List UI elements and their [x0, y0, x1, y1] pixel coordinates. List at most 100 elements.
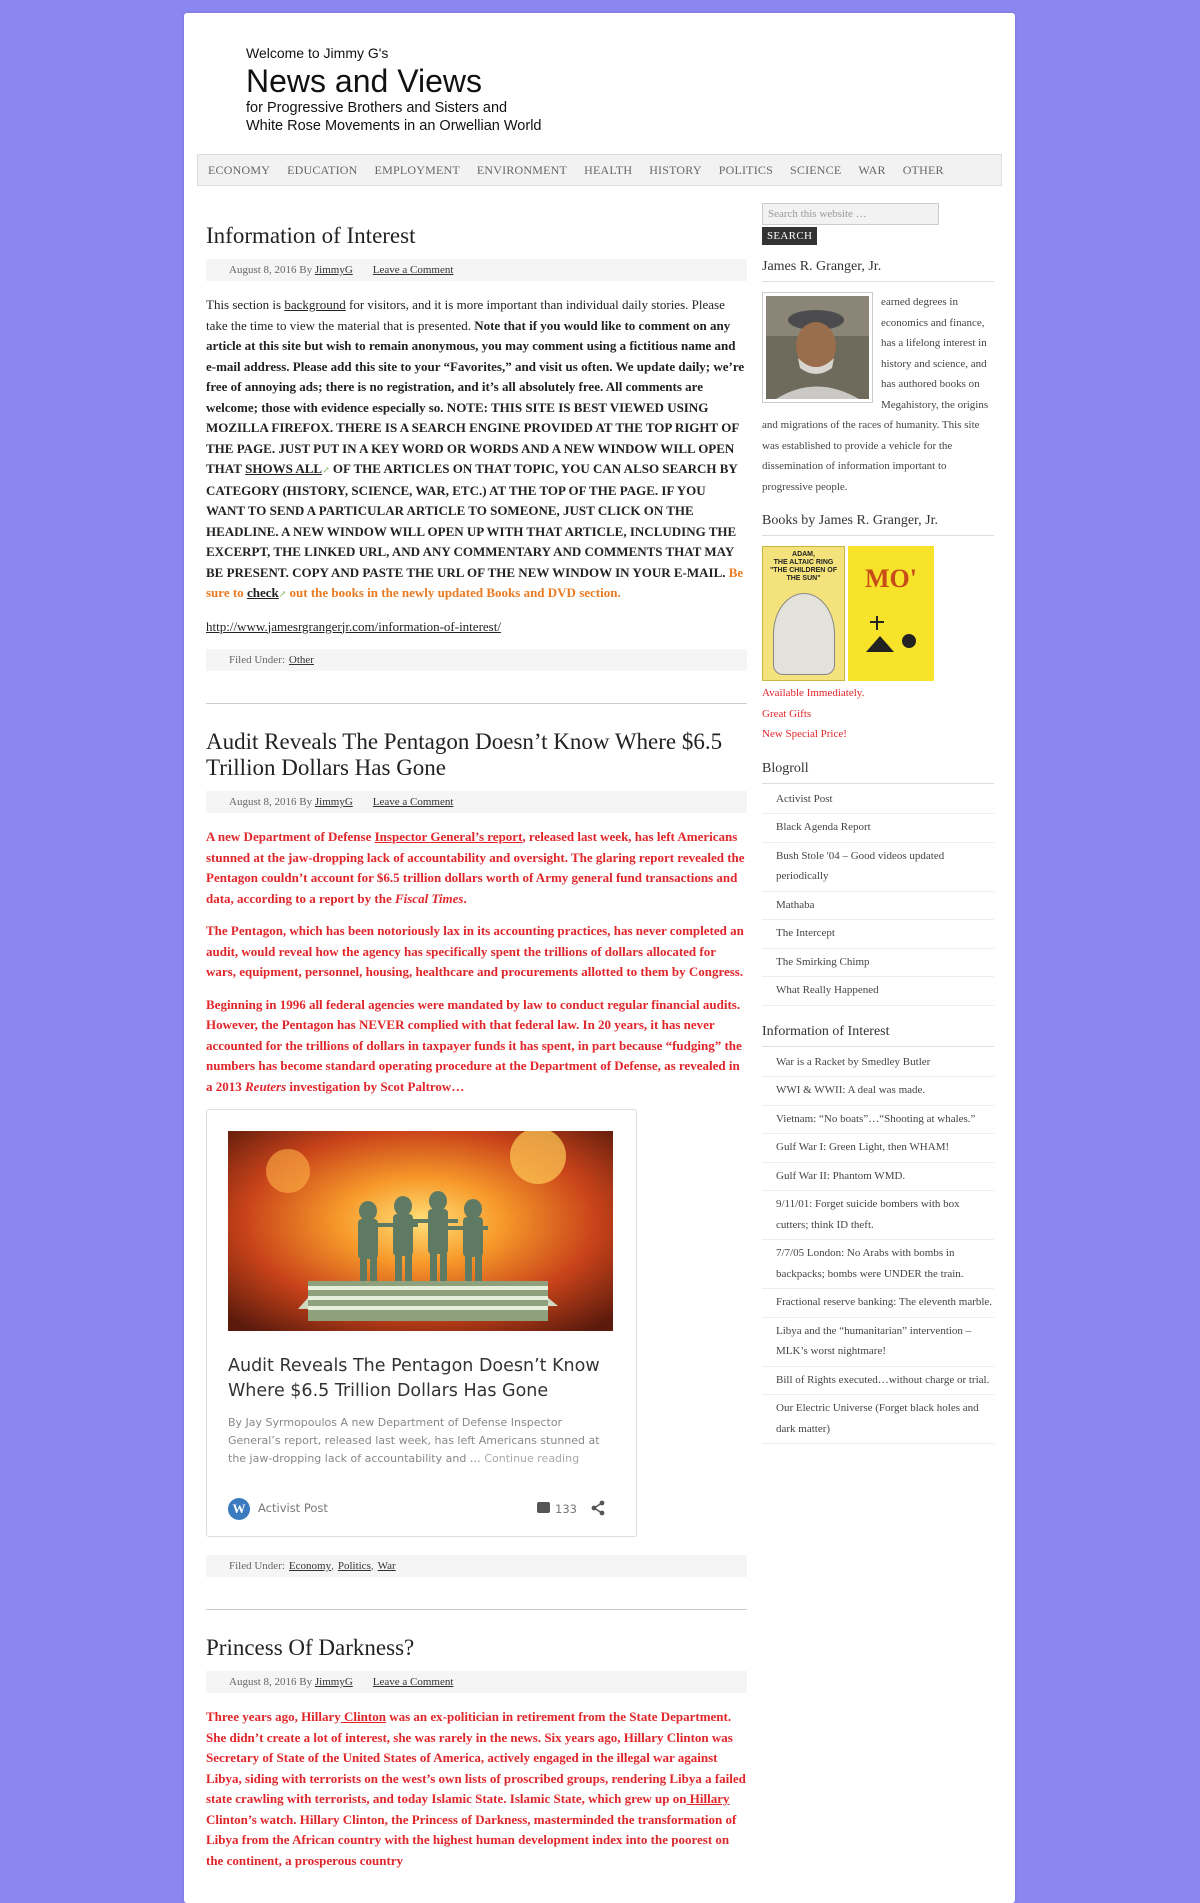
books-link-available[interactable]: Available Immediately. — [762, 683, 994, 704]
category-link-other[interactable]: Other — [289, 654, 314, 666]
external-link-icon: ↗ — [278, 589, 287, 599]
card-source[interactable]: Activist Post — [258, 1501, 328, 1515]
card-title[interactable]: Audit Reveals The Pentagon Doesn’t Know … — [228, 1354, 623, 1404]
info-item[interactable]: Bill of Rights executed…without charge o… — [762, 1367, 994, 1395]
filed-under-label: Filed Under: — [229, 1560, 285, 1572]
clinton-link[interactable]: Clinton — [341, 1709, 386, 1724]
blogroll-item[interactable]: Mathaba — [762, 892, 994, 920]
blogroll-item[interactable]: The Smirking Chimp — [762, 949, 994, 977]
nav-other[interactable]: OTHER — [903, 163, 944, 178]
inspector-general-report-link[interactable]: Inspector General’s report — [375, 829, 523, 844]
post-title[interactable]: Information of Interest — [206, 223, 747, 249]
book-cover-adam[interactable]: ADAM, THE ALTAIC RING "THE CHILDREN OF T… — [762, 546, 845, 681]
comment-icon[interactable] — [537, 1502, 550, 1513]
nav-politics[interactable]: POLITICS — [719, 163, 773, 178]
post-audit-pentagon: Audit Reveals The Pentagon Doesn’t Know … — [206, 729, 747, 1610]
article-image[interactable] — [228, 1131, 613, 1331]
body-text: Three years ago, Hillary — [206, 1709, 341, 1724]
post-date: August 8, 2016 By — [229, 1676, 313, 1688]
nav-education[interactable]: EDUCATION — [287, 163, 357, 178]
nav-employment[interactable]: EMPLOYMENT — [375, 163, 460, 178]
share-icon[interactable] — [591, 1500, 605, 1519]
info-item[interactable]: Gulf War II: Phantom WMD. — [762, 1163, 994, 1191]
category-nav: ECONOMY EDUCATION EMPLOYMENT ENVIRONMENT… — [197, 154, 1002, 186]
post-date: August 8, 2016 By — [229, 264, 313, 276]
category-link-war[interactable]: War — [378, 1560, 396, 1572]
post-author-link[interactable]: JimmyG — [315, 796, 353, 808]
comment-count[interactable]: 133 — [555, 1502, 577, 1516]
site-subtitle-2: White Rose Movements in an Orwellian Wor… — [246, 118, 542, 134]
books-link-price[interactable]: New Special Price! — [762, 724, 994, 745]
search-button[interactable]: SEARCH — [762, 227, 818, 245]
body-text: A new Department of Defense — [206, 829, 372, 844]
sidebar: Search this website … SEARCH James R. Gr… — [762, 203, 994, 1444]
nav-science[interactable]: SCIENCE — [790, 163, 841, 178]
body-text: Beginning in 1996 all federal agencies w… — [206, 996, 742, 1094]
leave-comment-link[interactable]: Leave a Comment — [373, 796, 454, 808]
post-author-link[interactable]: JimmyG — [315, 1676, 353, 1688]
site-welcome: Welcome to Jimmy G's — [246, 45, 389, 61]
info-item[interactable]: War is a Racket by Smedley Butler — [762, 1049, 994, 1077]
continue-reading-link[interactable]: Continue reading — [484, 1452, 579, 1465]
body-bold-text: OF THE ARTICLES ON THAT TOPIC, YOU CAN A… — [206, 461, 738, 580]
category-link-economy[interactable]: Economy — [289, 1560, 331, 1572]
leave-comment-link[interactable]: Leave a Comment — [373, 1676, 454, 1688]
nav-health[interactable]: HEALTH — [584, 163, 632, 178]
blogroll-item[interactable]: The Intercept — [762, 920, 994, 949]
book-cover-mo[interactable]: MO' — [848, 546, 934, 681]
body-bold-text: Note that if you would like to comment o… — [206, 317, 745, 477]
info-widget-title: Information of Interest — [762, 1024, 994, 1047]
info-item[interactable]: Our Electric Universe (Forget black hole… — [762, 1395, 994, 1444]
wordpress-icon: W — [228, 1498, 250, 1520]
post-meta: August 8, 2016 By JimmyG Leave a Comment — [206, 259, 747, 281]
category-link-politics[interactable]: Politics — [338, 1560, 371, 1572]
search-input[interactable]: Search this website … — [762, 203, 939, 225]
post-title[interactable]: Princess Of Darkness? — [206, 1635, 747, 1661]
info-item[interactable]: Gulf War I: Green Light, then WHAM! — [762, 1134, 994, 1163]
embedded-article-card[interactable]: Audit Reveals The Pentagon Doesn’t Know … — [206, 1109, 637, 1537]
body-text: . — [463, 890, 467, 906]
info-item[interactable]: Libya and the “humanitarian” interventio… — [762, 1318, 994, 1367]
about-widget: earned degrees in economics and finance,… — [762, 292, 994, 497]
blogroll-list: Activist Post Black Agenda Report Bush S… — [762, 786, 994, 1006]
card-footer: W Activist Post 133 — [228, 1498, 613, 1520]
check-link[interactable]: check — [247, 585, 279, 600]
hillary-link[interactable]: Hillary — [687, 1791, 730, 1806]
info-item[interactable]: Vietnam: “No boats”…“Shooting at whales.… — [762, 1106, 994, 1134]
site-header[interactable]: Welcome to Jimmy G's News and Views for … — [246, 45, 541, 135]
nav-war[interactable]: WAR — [858, 163, 885, 178]
shows-all-link[interactable]: SHOWS ALL — [245, 461, 322, 476]
post-url-link[interactable]: http://www.jamesrgrangerjr.com/informati… — [206, 619, 501, 634]
info-item[interactable]: 7/7/05 London: No Arabs with bombs in ba… — [762, 1240, 994, 1289]
post-divider — [206, 1609, 747, 1610]
post-body: This section is background for visitors,… — [206, 295, 747, 637]
blogroll-item[interactable]: Activist Post — [762, 786, 994, 814]
info-item[interactable]: WWI & WWII: A deal was made. — [762, 1077, 994, 1106]
info-item[interactable]: 9/11/01: Forget suicide bombers with box… — [762, 1191, 994, 1240]
nav-history[interactable]: HISTORY — [649, 163, 702, 178]
body-text: investigation by Scot Paltrow… — [289, 1078, 465, 1094]
main-content: Information of Interest August 8, 2016 B… — [206, 203, 747, 1883]
info-list: War is a Racket by Smedley Butler WWI & … — [762, 1049, 994, 1444]
body-text: Clinton’s watch. Hillary Clinton, the Pr… — [206, 1811, 737, 1868]
post-meta: August 8, 2016 By JimmyG Leave a Comment — [206, 791, 747, 813]
info-item[interactable]: Fractional reserve banking: The eleventh… — [762, 1289, 994, 1318]
post-author-link[interactable]: JimmyG — [315, 264, 353, 276]
blogroll-item[interactable]: Black Agenda Report — [762, 814, 994, 843]
post-date: August 8, 2016 By — [229, 796, 313, 808]
card-excerpt: By Jay Syrmopoulos A new Department of D… — [228, 1414, 618, 1468]
books-link-gifts[interactable]: Great Gifts — [762, 704, 994, 725]
blogroll-item[interactable]: What Really Happened — [762, 977, 994, 1006]
nav-economy[interactable]: ECONOMY — [208, 163, 270, 178]
post-meta: August 8, 2016 By JimmyG Leave a Comment — [206, 1671, 747, 1693]
site-title[interactable]: News and Views — [246, 63, 541, 99]
filed-under-label: Filed Under: — [229, 654, 285, 666]
blogroll-item[interactable]: Bush Stole '04 – Good videos updated per… — [762, 843, 994, 892]
soldiers-on-money-image — [228, 1131, 613, 1331]
leave-comment-link[interactable]: Leave a Comment — [373, 264, 454, 276]
body-text: This section is — [206, 297, 282, 312]
post-title[interactable]: Audit Reveals The Pentagon Doesn’t Know … — [206, 729, 747, 781]
nav-environment[interactable]: ENVIRONMENT — [477, 163, 567, 178]
background-link[interactable]: background — [284, 297, 345, 312]
post-information-of-interest: Information of Interest August 8, 2016 B… — [206, 223, 747, 704]
